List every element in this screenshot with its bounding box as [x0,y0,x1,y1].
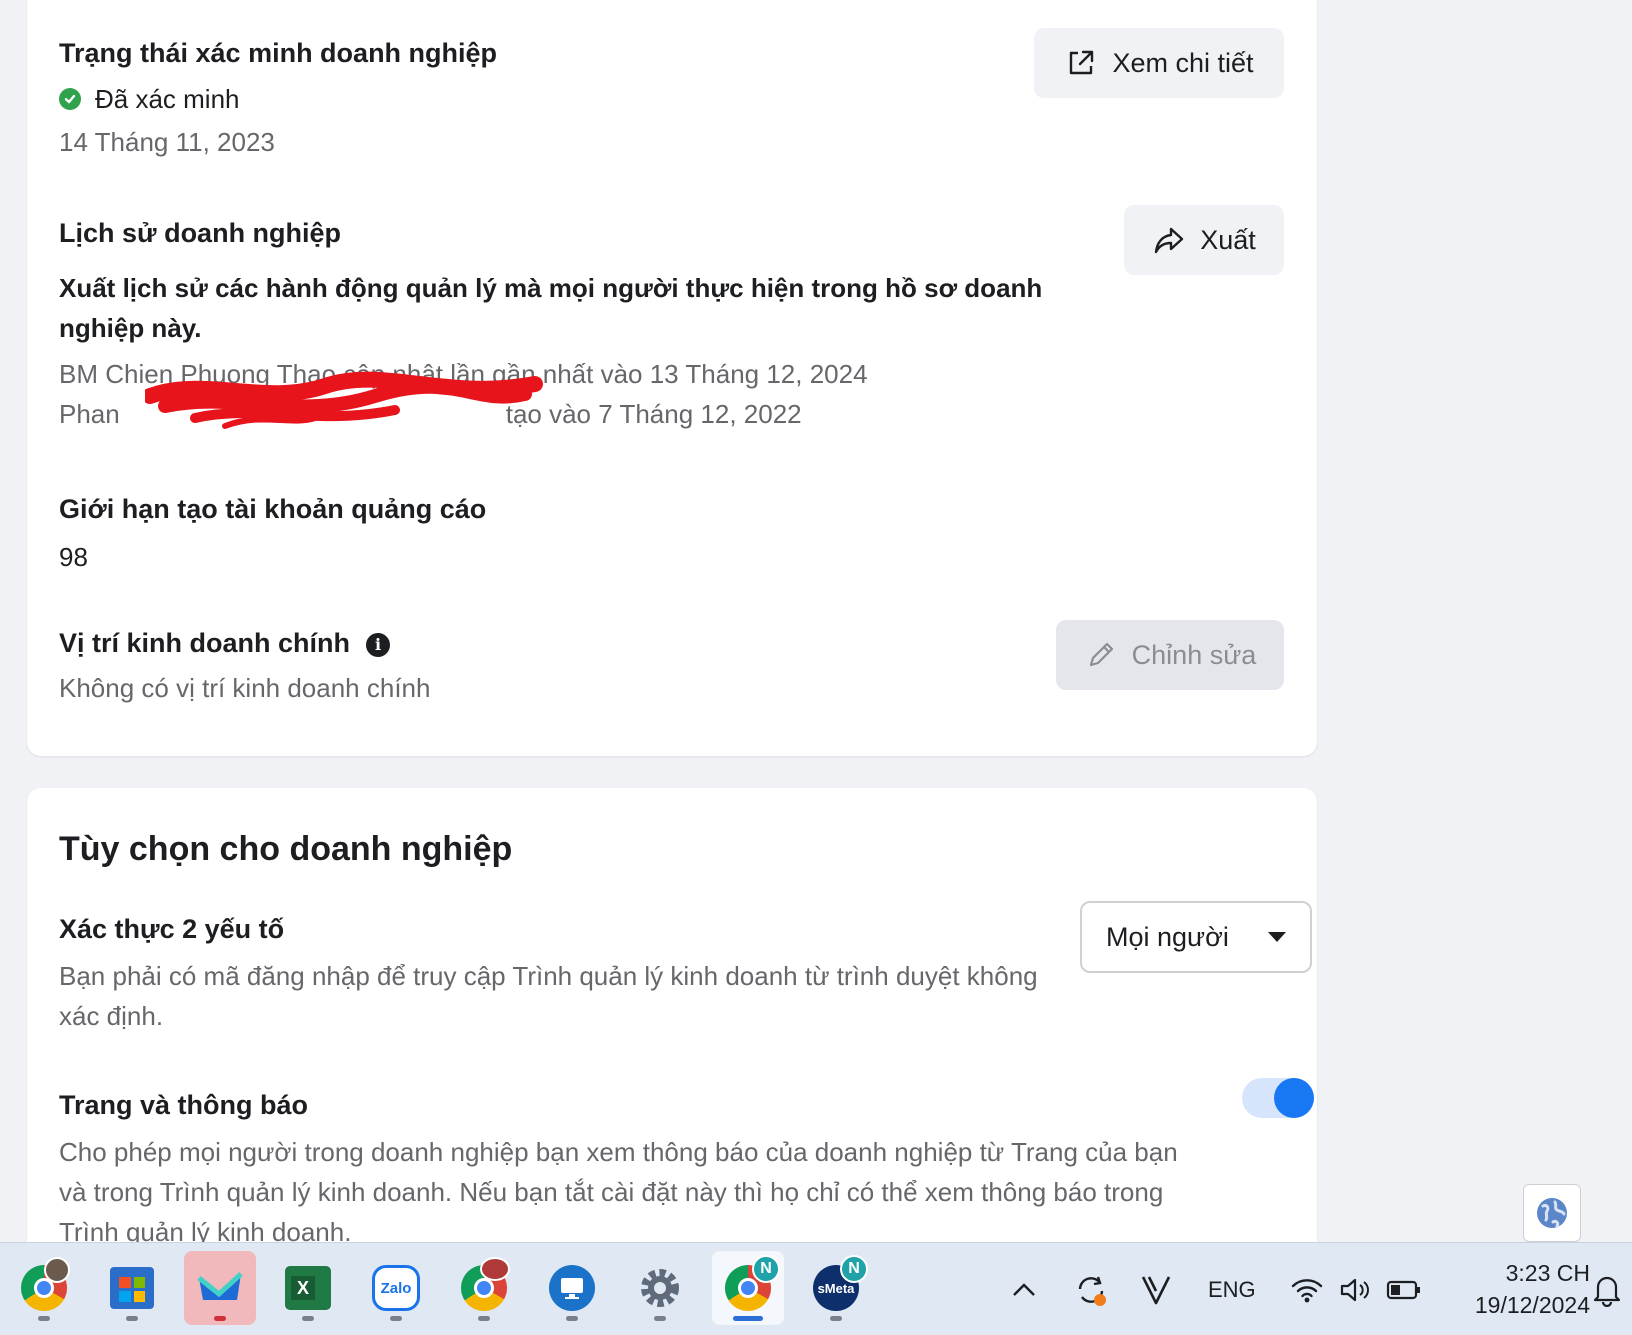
taskbar-smeta[interactable]: sMeta N [800,1251,872,1325]
zalo-icon: Zalo [372,1265,420,1311]
profile-avatar [44,1257,70,1283]
verification-title: Trạng thái xác minh doanh nghiệp [59,38,498,68]
profile-badge: N [752,1255,780,1283]
wifi-icon [1291,1278,1323,1302]
verification-status-text: Đã xác minh [95,84,240,114]
history-description: Xuất lịch sử các hành động quản lý mà mọ… [59,273,1043,343]
windows-taskbar: X Zalo N sMeta N ENG 3:23 CH 19/12/2024 [0,1242,1632,1335]
vpn-tray-button[interactable] [1140,1243,1172,1335]
pages-notifications-toggle[interactable] [1242,1078,1314,1118]
taskbar-chrome-profile[interactable] [8,1251,80,1325]
location-value: Không có vị trí kinh doanh chính [59,673,431,703]
history-title: Lịch sử doanh nghiệp [59,218,342,248]
export-button[interactable]: Xuất [1124,205,1284,275]
ad-limit-title: Giới hạn tạo tài khoản quảng cáo [59,494,487,524]
info-icon[interactable]: i [366,632,391,657]
clock-date: 19/12/2024 [1474,1292,1590,1318]
verification-section: Trạng thái xác minh doanh nghiệp Đã xác … [59,36,497,162]
history-created-prefix: Phan [59,399,120,429]
share-arrow-icon [1155,227,1184,254]
taskbar-chrome-n[interactable]: N [712,1251,784,1325]
network-volume-battery[interactable] [1290,1243,1422,1335]
sync-tray-button[interactable] [1072,1243,1110,1335]
view-details-button[interactable]: Xem chi tiết [1034,28,1284,98]
profile-badge: N [840,1255,868,1283]
ad-limit-section: Giới hạn tạo tài khoản quảng cáo 98 [59,492,486,574]
globe-button[interactable] [1523,1184,1581,1242]
view-details-label: Xem chi tiết [1112,47,1254,78]
export-label: Xuất [1200,224,1256,255]
taskbar-clock[interactable]: 3:23 CH 19/12/2024 [1430,1257,1590,1321]
redaction-scribble [145,371,543,429]
profile-avatar [480,1257,510,1281]
notifications-button[interactable] [1592,1243,1622,1335]
taskbar-settings[interactable] [624,1251,696,1325]
language-indicator[interactable]: ENG [1208,1243,1256,1335]
two-factor-select-value: Mọi người [1106,921,1229,952]
business-settings-page: Trạng thái xác minh doanh nghiệp Đã xác … [0,0,1632,1242]
taskbar-mail-app[interactable] [184,1251,256,1325]
show-hidden-icons-button[interactable] [1010,1243,1038,1335]
pencil-icon [1089,642,1113,667]
ad-limit-value: 98 [59,542,88,572]
caret-down-icon [1268,932,1286,942]
toggle-knob [1274,1078,1314,1118]
battery-icon [1386,1280,1420,1299]
two-factor-description: Bạn phải có mã đăng nhập để truy cập Trì… [59,961,1038,1031]
mail-icon [197,1270,243,1306]
clock-time: 3:23 CH [1505,1260,1590,1286]
volume-icon [1340,1278,1369,1301]
check-circle-icon [59,88,81,110]
business-options-card: Tùy chọn cho doanh nghiệp Xác thực 2 yếu… [27,788,1317,1242]
store-icon [110,1267,154,1309]
pages-notifications-title: Trang và thông báo [59,1090,309,1120]
options-title: Tùy chọn cho doanh nghiệp [59,830,513,868]
location-title: Vị trí kinh doanh chính [59,628,351,658]
taskbar-remote-desktop[interactable] [536,1251,608,1325]
pages-notifications-description: Cho phép mọi người trong doanh nghiệp bạ… [59,1137,1178,1242]
two-factor-select[interactable]: Mọi người [1080,901,1312,973]
verification-date: 14 Tháng 11, 2023 [59,127,275,157]
taskbar-microsoft-store[interactable] [96,1251,168,1325]
globe-icon [1537,1198,1567,1228]
pages-notifications-section: Trang và thông báo Cho phép mọi người tr… [59,1088,1199,1242]
taskbar-excel[interactable]: X [272,1251,344,1325]
history-created-suffix: tạo vào 7 Tháng 12, 2022 [505,399,802,429]
edit-label: Chỉnh sửa [1131,639,1257,670]
two-factor-title: Xác thực 2 yếu tố [59,914,285,944]
gear-icon [637,1265,683,1311]
taskbar-zalo[interactable]: Zalo [360,1251,432,1325]
bell-icon [1593,1276,1621,1307]
chevron-up-icon [1013,1282,1035,1296]
taskbar-chrome-profile-2[interactable] [448,1251,520,1325]
excel-icon: X [285,1266,331,1310]
v-logo-icon [1141,1275,1171,1304]
verification-status: Đã xác minh [59,82,497,116]
location-section: Vị trí kinh doanh chính i Không có vị trí… [59,626,430,708]
location-title-row: Vị trí kinh doanh chính i [59,626,430,660]
two-factor-section: Xác thực 2 yếu tố Bạn phải có mã đăng nh… [59,912,1059,1036]
edit-button[interactable]: Chỉnh sửa [1056,620,1284,690]
monitor-icon [549,1265,595,1311]
language-label: ENG [1208,1276,1256,1302]
sync-icon [1078,1276,1106,1306]
external-link-icon [1070,50,1094,75]
business-info-card: Trạng thái xác minh doanh nghiệp Đã xác … [27,0,1317,756]
